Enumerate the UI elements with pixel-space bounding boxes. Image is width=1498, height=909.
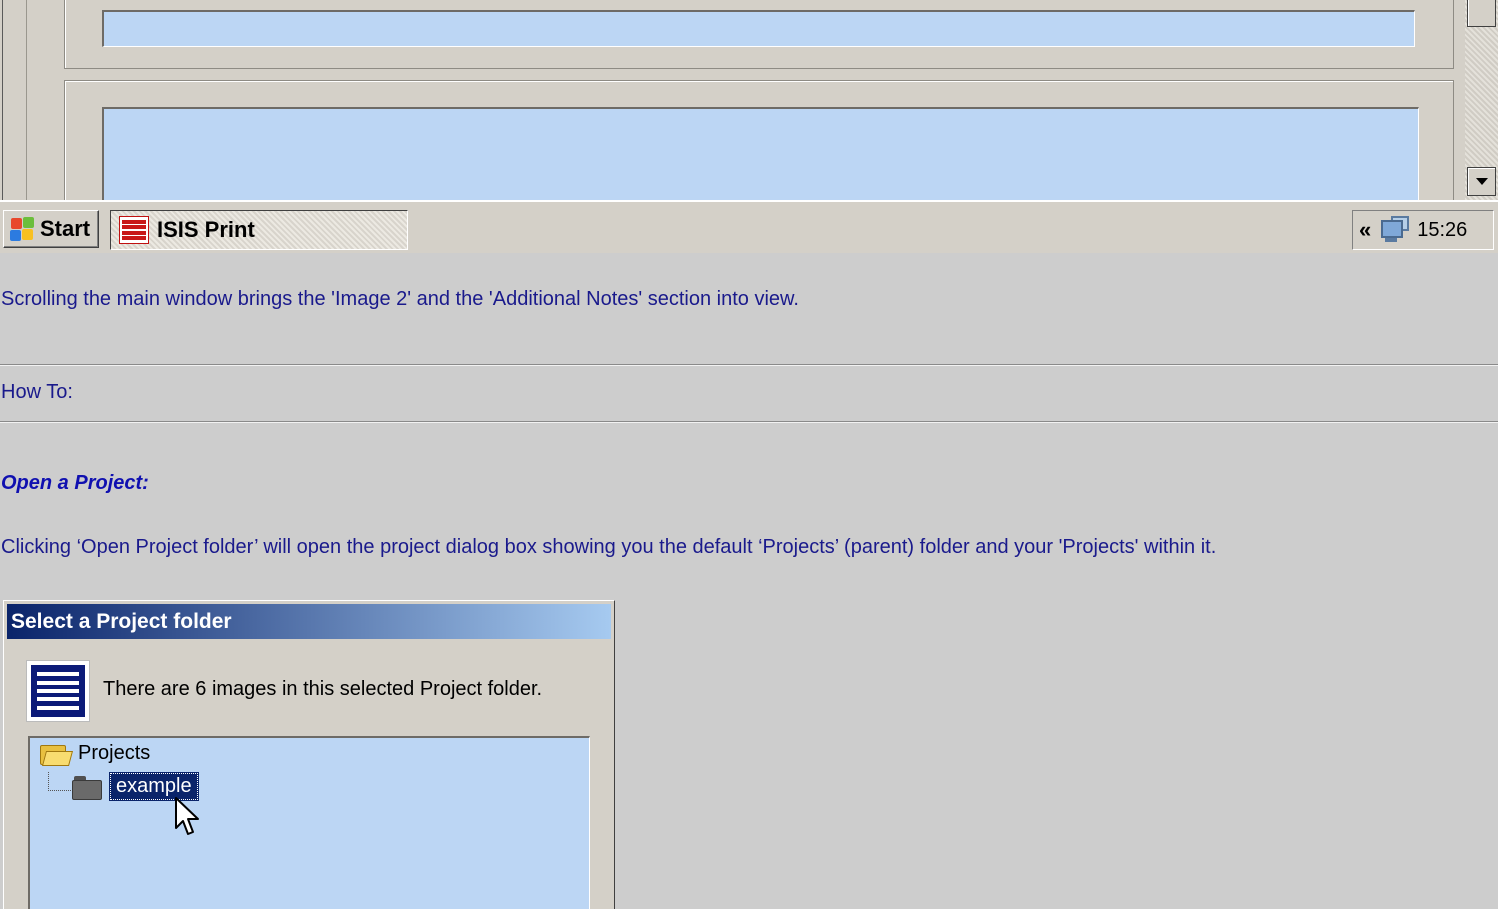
divider [0,364,1498,366]
scroll-down-button[interactable] [1467,167,1496,196]
tree-item-projects[interactable]: Projects [40,742,151,766]
dialog-message: There are 6 images in this selected Proj… [103,678,543,700]
page: Start ISIS Print « 15:26 Scrolling the m… [0,0,1498,909]
mouse-pointer-icon [175,797,199,835]
image-section-panel [64,0,1454,69]
network-icon[interactable] [1379,216,1410,244]
additional-notes-panel [64,80,1454,200]
divider [0,421,1498,423]
image-2-field[interactable] [102,10,1415,47]
folder-closed-icon [72,775,102,800]
app-window-scrolled-area [0,0,1498,200]
additional-notes-field[interactable] [102,107,1419,200]
arrow-down-icon [1475,178,1488,185]
isis-print-icon [119,216,149,244]
window-left-edge [0,0,27,200]
select-project-folder-dialog: Select a Project folder There are 6 imag… [3,600,615,909]
taskbar-item-isis-print[interactable]: ISIS Print [110,210,408,250]
taskbar: Start ISIS Print « 15:26 [0,200,1498,253]
scrollbar-thumb[interactable] [1467,0,1496,27]
open-project-paragraph: Clicking ‘Open Project folder’ will open… [1,536,1217,558]
clock[interactable]: 15:26 [1417,219,1467,242]
project-folder-tree[interactable]: Projects example [28,736,590,909]
start-button-label: Start [40,216,91,241]
tree-connector [48,772,71,791]
tree-item-label: Projects [78,742,151,764]
howto-label: How To: [1,381,73,403]
start-button[interactable]: Start [3,210,99,248]
isis-logo-icon [26,660,90,722]
windows-flag-icon [9,216,35,242]
dialog-title: Select a Project folder [7,604,611,639]
folder-open-icon [40,743,74,766]
system-tray: « 15:26 [1352,210,1494,250]
vertical-scrollbar[interactable] [1465,0,1498,200]
taskbar-item-label: ISIS Print [157,217,255,242]
open-project-heading: Open a Project: [1,472,149,494]
tray-expand-button[interactable]: « [1359,217,1371,243]
scroll-note-text: Scrolling the main window brings the 'Im… [1,288,799,310]
